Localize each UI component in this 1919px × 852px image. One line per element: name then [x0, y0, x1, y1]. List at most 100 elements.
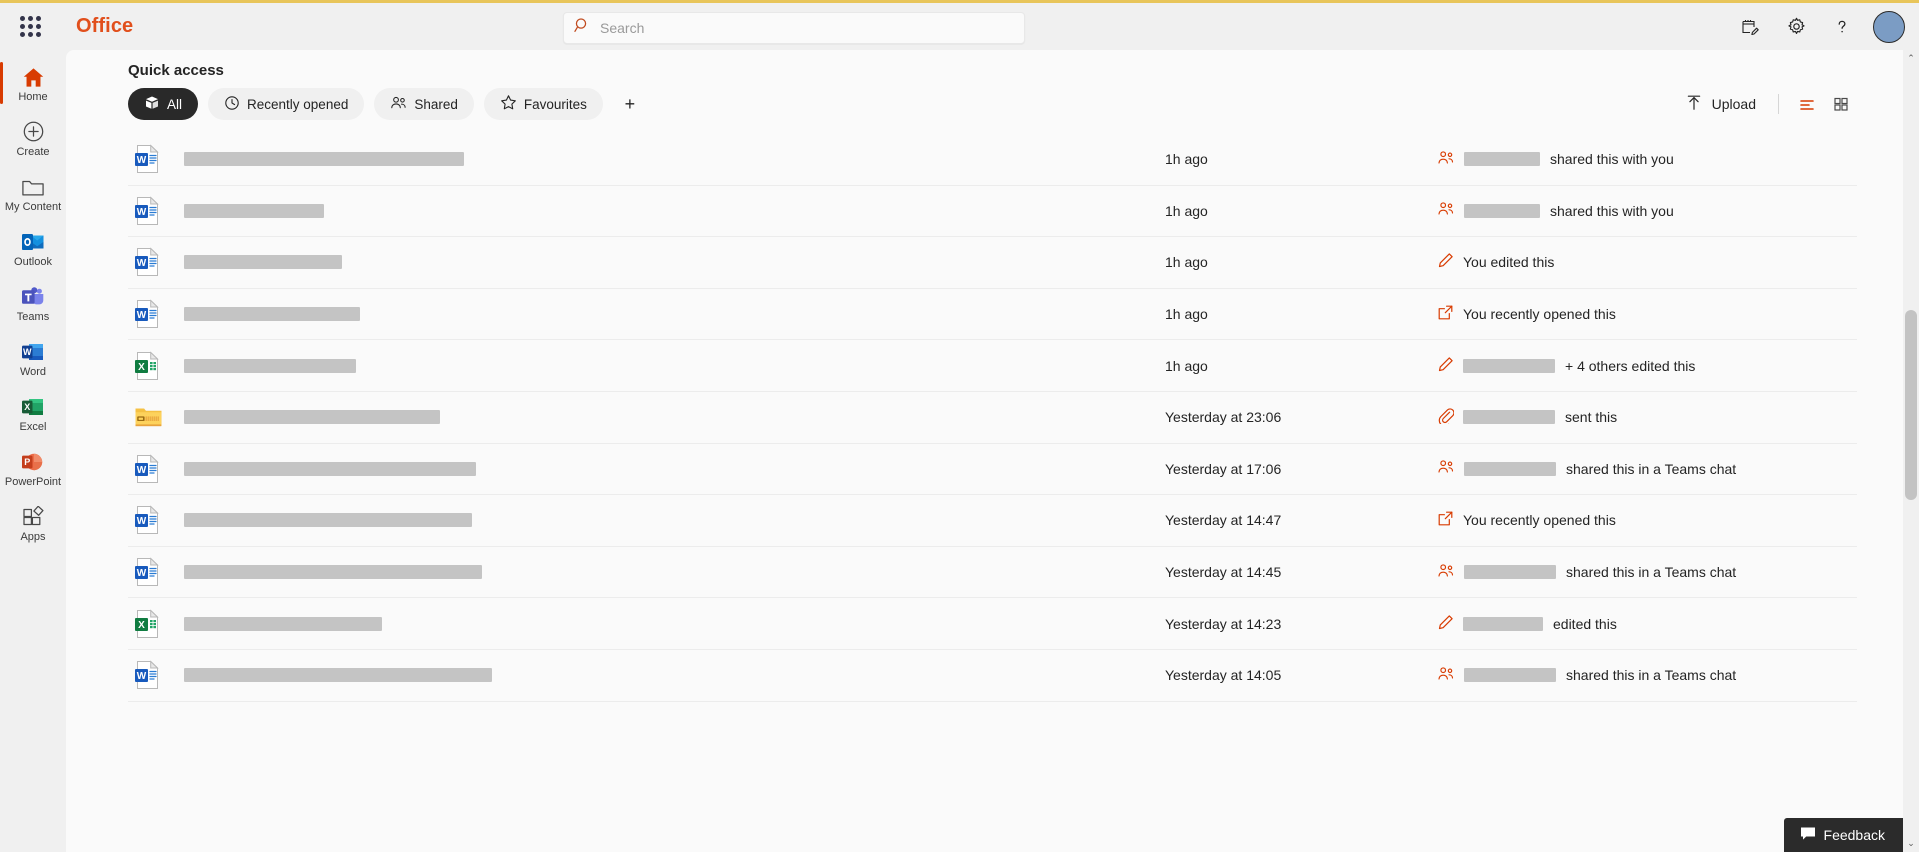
- people-icon: [1437, 201, 1455, 220]
- file-name-cell[interactable]: [184, 462, 1165, 476]
- file-name-cell[interactable]: [184, 255, 1165, 269]
- file-modified-date: 1h ago: [1165, 151, 1437, 167]
- activity-text: shared this with you: [1550, 151, 1674, 167]
- sidebar-item-my-content[interactable]: My Content: [0, 166, 66, 221]
- file-type-icon: W: [128, 557, 184, 587]
- file-name-redacted: [184, 410, 440, 424]
- grid-view-icon[interactable]: [1825, 88, 1857, 120]
- folder-icon: [21, 174, 45, 198]
- table-row[interactable]: W1h agoshared this with you: [128, 186, 1857, 238]
- search-icon: [574, 17, 600, 39]
- paperclip-icon: [1437, 407, 1454, 427]
- file-name-cell[interactable]: [184, 668, 1165, 682]
- app-launcher-waffle-icon[interactable]: [6, 3, 54, 51]
- file-name-redacted: [184, 513, 472, 527]
- notebook-edit-icon[interactable]: [1727, 5, 1773, 49]
- sidebar-item-excel[interactable]: X Excel: [0, 386, 66, 441]
- list-view-icon[interactable]: [1791, 88, 1823, 120]
- sidebar-item-label: Create: [16, 146, 49, 158]
- search-input[interactable]: [600, 20, 1014, 36]
- sidebar-item-create[interactable]: Create: [0, 111, 66, 166]
- svg-text:W: W: [137, 258, 147, 269]
- filter-pill-all[interactable]: All: [128, 88, 198, 120]
- gear-icon[interactable]: [1773, 5, 1819, 49]
- sidebar-item-apps[interactable]: Apps: [0, 496, 66, 551]
- sidebar-item-label: PowerPoint: [5, 476, 61, 488]
- file-name-redacted: [184, 668, 492, 682]
- file-name-cell[interactable]: [184, 565, 1165, 579]
- file-activity-cell: + 4 others edited this: [1437, 356, 1857, 376]
- file-modified-date: Yesterday at 23:06: [1165, 409, 1437, 425]
- svg-text:X: X: [24, 402, 30, 412]
- file-activity-cell: shared this with you: [1437, 201, 1857, 220]
- file-name-cell[interactable]: [184, 204, 1165, 218]
- activity-text: You edited this: [1463, 254, 1554, 270]
- content-area: Quick access All Recently opened: [66, 50, 1919, 852]
- upload-arrow-icon: [1685, 94, 1703, 115]
- brand-title[interactable]: Office: [76, 15, 133, 38]
- file-activity-cell: shared this with you: [1437, 150, 1857, 169]
- filter-pill-shared[interactable]: Shared: [374, 88, 474, 120]
- file-activity-cell: You edited this: [1437, 252, 1857, 272]
- file-name-redacted: [184, 462, 476, 476]
- table-row[interactable]: WYesterday at 14:47You recently opened t…: [128, 495, 1857, 547]
- create-plus-icon: [22, 119, 45, 143]
- file-name-cell[interactable]: [184, 617, 1165, 631]
- table-row[interactable]: W1h agoYou edited this: [128, 237, 1857, 289]
- file-activity-cell: edited this: [1437, 614, 1857, 634]
- add-filter-button[interactable]: +: [615, 89, 645, 119]
- sidebar-item-powerpoint[interactable]: P PowerPoint: [0, 441, 66, 496]
- upload-button[interactable]: Upload: [1675, 88, 1766, 120]
- svg-text:W: W: [137, 155, 147, 166]
- table-row[interactable]: W1h agoYou recently opened this: [128, 289, 1857, 341]
- scroll-down-arrow-icon[interactable]: ⌄: [1903, 835, 1919, 852]
- search-box[interactable]: [563, 12, 1025, 44]
- file-name-cell[interactable]: [184, 410, 1165, 424]
- activity-text: edited this: [1553, 616, 1617, 632]
- people-icon: [1437, 563, 1455, 582]
- table-row[interactable]: X1h ago+ 4 others edited this: [128, 340, 1857, 392]
- sidebar-item-home[interactable]: Home: [0, 56, 66, 111]
- sidebar-item-outlook[interactable]: Outlook: [0, 221, 66, 276]
- file-type-icon: W: [128, 299, 184, 329]
- file-name-cell[interactable]: [184, 307, 1165, 321]
- filter-pill-label: All: [167, 97, 182, 112]
- table-row[interactable]: Yesterday at 23:06sent this: [128, 392, 1857, 444]
- sidebar-item-word[interactable]: W Word: [0, 331, 66, 386]
- file-type-icon: X: [128, 351, 184, 381]
- scroll-up-arrow-icon[interactable]: ⌃: [1903, 50, 1919, 67]
- help-icon[interactable]: [1819, 5, 1865, 49]
- file-name-cell[interactable]: [184, 152, 1165, 166]
- vertical-scrollbar[interactable]: ⌃ ⌄: [1903, 50, 1919, 852]
- svg-text:W: W: [137, 568, 147, 579]
- filter-pill-group: All Recently opened Shared: [128, 88, 645, 120]
- file-type-icon: W: [128, 505, 184, 535]
- sidebar-item-label: My Content: [5, 201, 61, 213]
- scrollbar-thumb[interactable]: [1905, 310, 1917, 500]
- file-name-cell[interactable]: [184, 359, 1165, 373]
- people-icon: [1437, 666, 1455, 685]
- activity-actor-redacted: [1463, 359, 1555, 373]
- file-name-cell[interactable]: [184, 513, 1165, 527]
- office-home-page: Office: [0, 0, 1919, 852]
- activity-text: shared this in a Teams chat: [1566, 461, 1736, 477]
- table-row[interactable]: W 1h ago shared this with you: [128, 134, 1857, 186]
- filter-pill-label: Shared: [414, 97, 458, 112]
- filter-pill-favourites[interactable]: Favourites: [484, 88, 603, 120]
- home-icon: [22, 64, 45, 88]
- feedback-button[interactable]: Feedback: [1784, 818, 1903, 852]
- file-modified-date: Yesterday at 14:45: [1165, 564, 1437, 580]
- sidebar-item-label: Outlook: [14, 256, 52, 268]
- activity-text: You recently opened this: [1463, 512, 1616, 528]
- file-type-icon: W: [128, 660, 184, 690]
- avatar[interactable]: [1873, 11, 1905, 43]
- table-row[interactable]: WYesterday at 14:05shared this in a Team…: [128, 650, 1857, 702]
- filter-pill-recently-opened[interactable]: Recently opened: [208, 88, 364, 120]
- table-row[interactable]: XYesterday at 14:23edited this: [128, 598, 1857, 650]
- sidebar-item-teams[interactable]: Teams: [0, 276, 66, 331]
- svg-text:W: W: [23, 347, 32, 357]
- file-modified-date: Yesterday at 14:05: [1165, 667, 1437, 683]
- table-row[interactable]: WYesterday at 14:45shared this in a Team…: [128, 547, 1857, 599]
- table-row[interactable]: WYesterday at 17:06shared this in a Team…: [128, 444, 1857, 496]
- activity-actor-redacted: [1464, 668, 1556, 682]
